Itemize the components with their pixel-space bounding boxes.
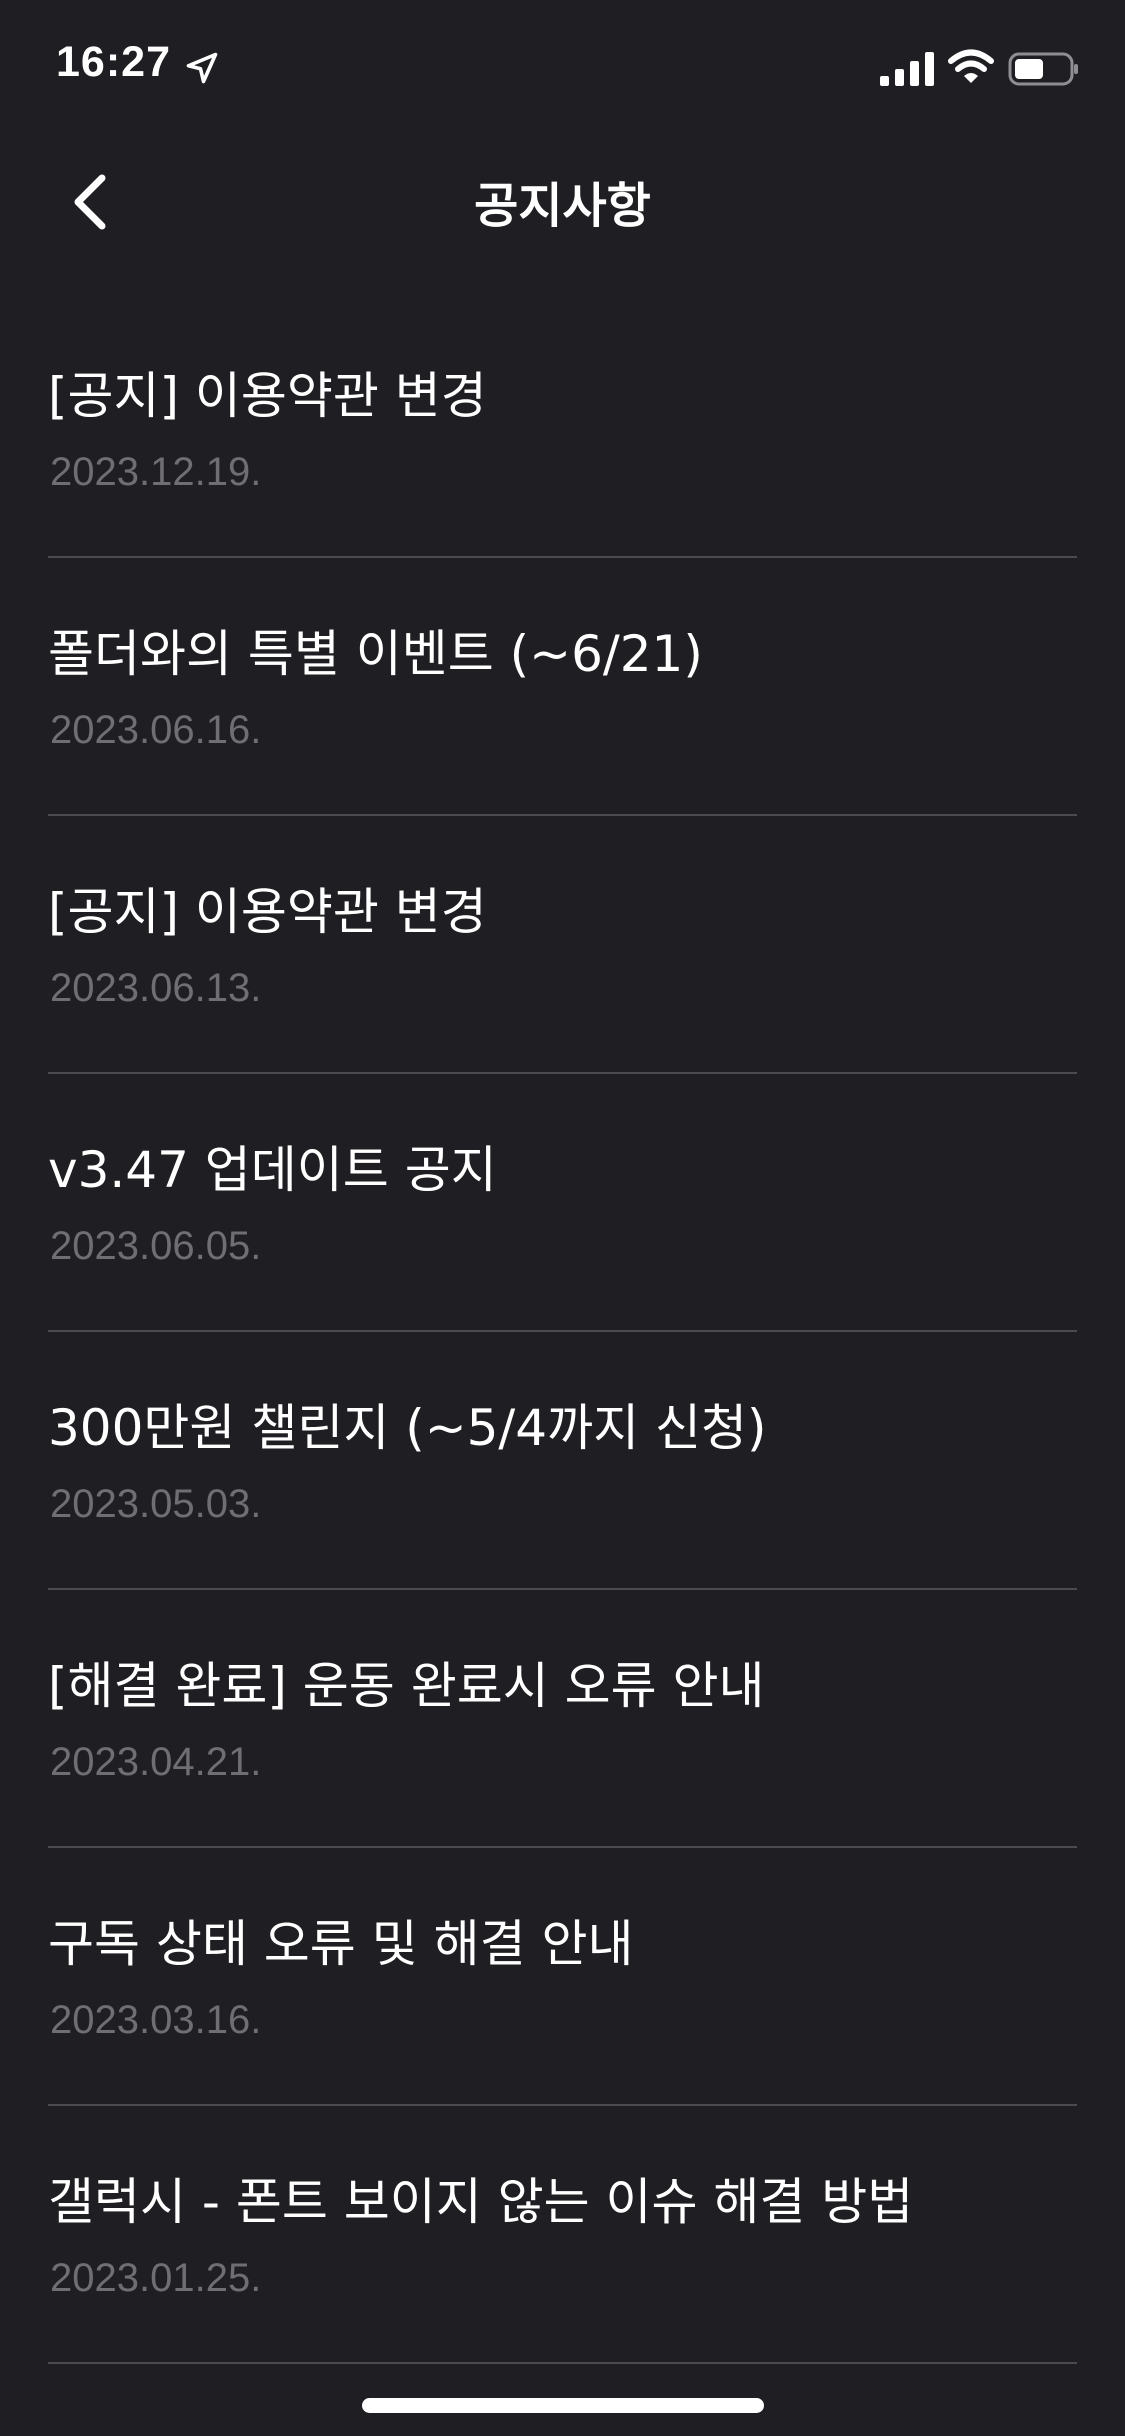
navigation-bar: 공지사항 <box>0 132 1125 262</box>
notice-item[interactable]: 구독 상태 오류 및 해결 안내 2023.03.16. <box>48 1848 1077 2106</box>
notice-title: [공지] 이용약관 변경 <box>48 883 487 941</box>
notice-title: 구독 상태 오류 및 해결 안내 <box>48 1915 634 1973</box>
notice-title: 갤럭시 - 폰트 보이지 않는 이슈 해결 방법 <box>48 2173 914 2231</box>
notice-date: 2023.05.03. <box>50 1482 262 1526</box>
notice-item[interactable]: [해결 완료] 운동 완료시 오류 안내 2023.04.21. <box>48 1590 1077 1848</box>
notice-date: 2023.03.16. <box>50 1998 262 2042</box>
notice-date: 2023.12.19. <box>50 450 262 494</box>
notice-title: 300만원 챌린지 (~5/4까지 신청) <box>48 1399 767 1457</box>
notice-title: [공지] 이용약관 변경 <box>48 367 487 425</box>
home-indicator[interactable] <box>362 2398 764 2413</box>
notice-title: v3.47 업데이트 공지 <box>48 1141 497 1199</box>
status-bar: 16:27 <box>0 0 1125 132</box>
notice-date: 2023.01.25. <box>50 2256 262 2300</box>
status-time: 16:27 <box>56 38 171 86</box>
battery-icon <box>1008 52 1078 86</box>
notice-item[interactable]: 갤럭시 - 폰트 보이지 않는 이슈 해결 방법 2023.01.25. <box>48 2106 1077 2364</box>
notice-item[interactable]: [공지] 이용약관 변경 2023.06.13. <box>48 816 1077 1074</box>
notice-item[interactable]: 300만원 챌린지 (~5/4까지 신청) 2023.05.03. <box>48 1332 1077 1590</box>
notice-date: 2023.06.16. <box>50 708 262 752</box>
cellular-signal-icon <box>880 52 934 86</box>
notice-date: 2023.06.05. <box>50 1224 262 1268</box>
notice-item[interactable]: v3.47 업데이트 공지 2023.06.05. <box>48 1074 1077 1332</box>
location-arrow-icon <box>186 52 218 84</box>
page-title: 공지사항 <box>474 178 651 234</box>
notice-date: 2023.04.21. <box>50 1740 262 1784</box>
notice-item[interactable]: [공지] 이용약관 변경 2023.12.19. <box>48 300 1077 558</box>
notice-item[interactable]: 폴더와의 특별 이벤트 (~6/21) 2023.06.16. <box>48 558 1077 816</box>
wifi-icon <box>948 49 994 83</box>
notice-list: [공지] 이용약관 변경 2023.12.19. 폴더와의 특별 이벤트 (~6… <box>48 300 1077 2364</box>
notice-date: 2023.06.13. <box>50 966 262 1010</box>
notice-title: 폴더와의 특별 이벤트 (~6/21) <box>48 625 703 683</box>
notice-title: [해결 완료] 운동 완료시 오류 안내 <box>48 1657 765 1715</box>
